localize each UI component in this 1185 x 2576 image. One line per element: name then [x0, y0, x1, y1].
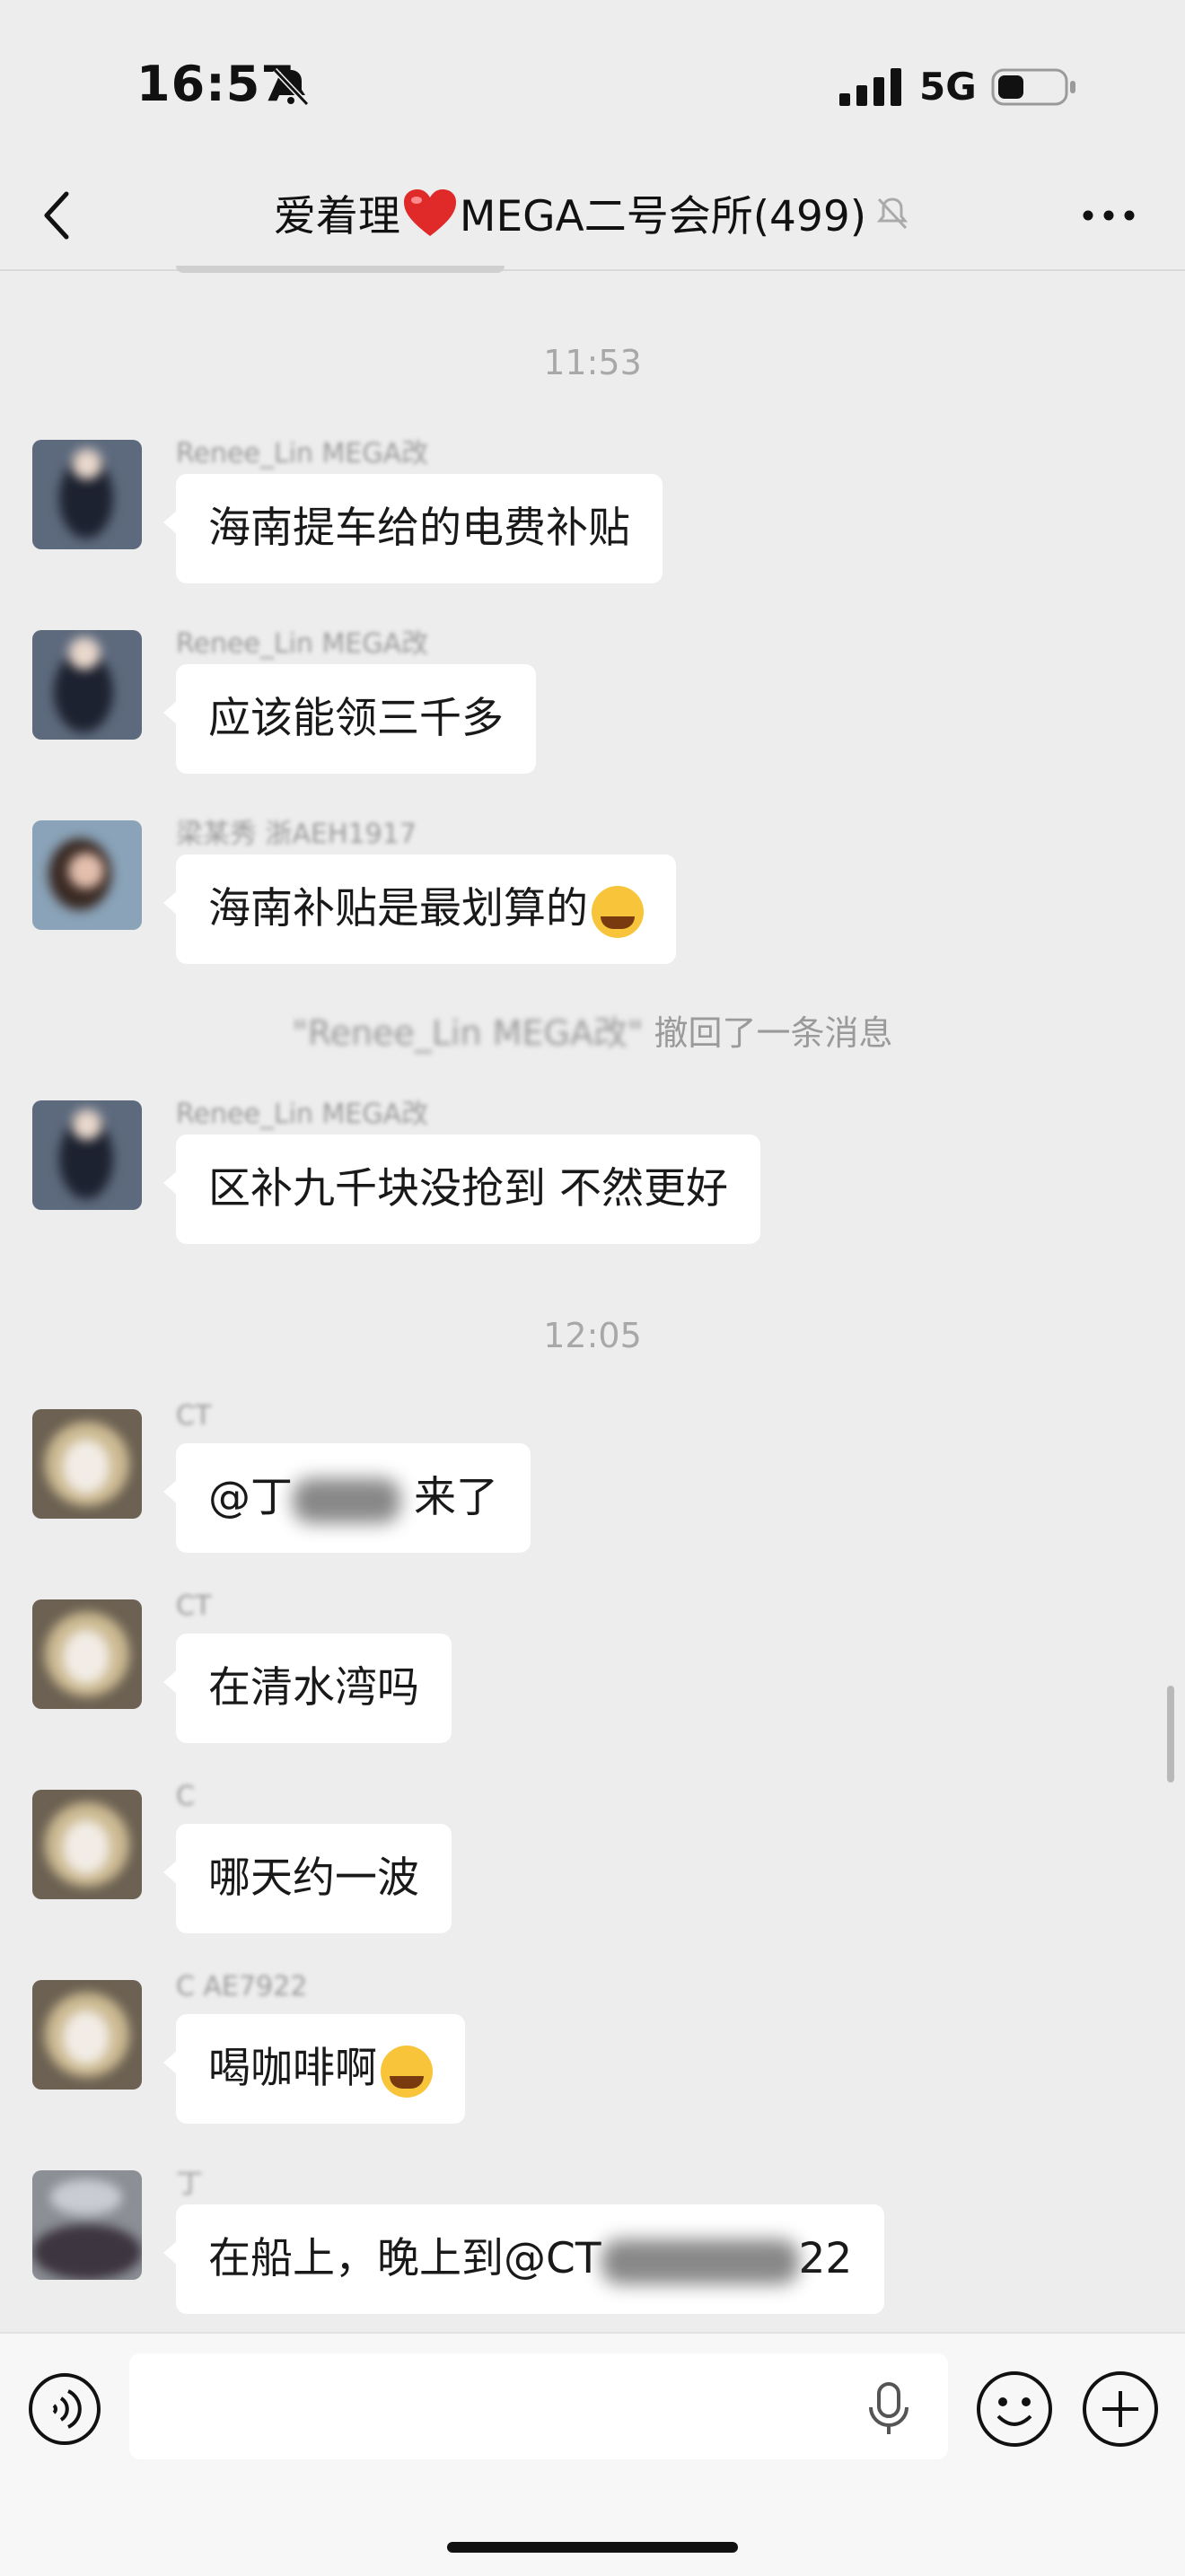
message-text: 在船上，晚上到@CT: [208, 2234, 601, 2283]
avatar[interactable]: [32, 440, 142, 549]
message-input[interactable]: [129, 2353, 948, 2459]
avatar[interactable]: [32, 630, 142, 740]
message-text: @丁: [208, 1473, 293, 1522]
previous-bubble-edge: [176, 266, 505, 273]
status-bar: 16:57 5G: [0, 0, 1185, 162]
sender-name: Renee_Lin MEGA改: [176, 1099, 429, 1130]
muted-bell-icon: [876, 197, 908, 229]
message-text: 在清水湾吗: [208, 1663, 419, 1713]
message-bubble[interactable]: 应该能领三千多: [163, 664, 536, 774]
recall-text: 撤回了一条消息: [643, 1013, 893, 1053]
redacted-text: [601, 2239, 799, 2284]
message-bubble[interactable]: 喝咖啡啊: [163, 2014, 465, 2124]
avatar[interactable]: [32, 1100, 142, 1210]
message-bubble[interactable]: 海南提车给的电费补贴: [163, 474, 663, 583]
sender-name: CT: [176, 1590, 212, 1622]
message-bubble[interactable]: 海南补贴是最划算的: [163, 854, 676, 964]
tearful-laugh-emoji-icon: [592, 885, 644, 938]
avatar[interactable]: [32, 1980, 142, 2090]
message-bubble[interactable]: @丁 来了: [163, 1443, 531, 1553]
avatar[interactable]: [32, 2170, 142, 2280]
sender-name: C AE7922: [176, 1971, 308, 2002]
message-bubble[interactable]: 在船上，晚上到@CT 22: [162, 2204, 885, 2314]
back-icon[interactable]: [36, 185, 79, 246]
avatar[interactable]: [32, 820, 142, 930]
title-suffix: MEGA二号会所(499): [459, 192, 867, 241]
message-bubble[interactable]: 在清水湾吗: [163, 1634, 452, 1743]
message-text: 喝咖啡啊: [208, 2044, 377, 2093]
message-text: 应该能领三千多: [208, 694, 504, 743]
sender-name: Renee_Lin MEGA改: [176, 438, 429, 469]
scrollbar[interactable]: [1167, 1686, 1174, 1783]
message-text: 来了: [400, 1473, 498, 1522]
sender-name: 丁: [176, 2169, 203, 2200]
recall-notice: "Renee_Lin MEGA改" 撤回了一条消息: [0, 1005, 1185, 1055]
heart-icon: [403, 188, 456, 236]
message-text: 22: [798, 2234, 853, 2283]
recall-sender: "Renee_Lin MEGA改": [292, 1013, 644, 1053]
sender-name: C: [176, 1781, 195, 1812]
chat-header: 爱着理 MEGA二号会所(499): [0, 162, 1185, 271]
microphone-icon[interactable]: [864, 2380, 914, 2438]
battery-icon: [991, 68, 1075, 106]
input-bar: [0, 2332, 1185, 2576]
message-text: 哪天约一波: [208, 1853, 419, 1903]
chat-title[interactable]: 爱着理 MEGA二号会所(499): [135, 181, 1050, 243]
message-bubble[interactable]: 区补九千块没抢到 不然更好: [163, 1135, 760, 1244]
avatar[interactable]: [32, 1599, 142, 1709]
plus-icon[interactable]: [1081, 2370, 1160, 2449]
timestamp: 11:53: [543, 343, 642, 382]
voice-toggle-icon[interactable]: [27, 2371, 102, 2447]
message-text: 海南提车给的电费补贴: [208, 504, 630, 553]
more-icon[interactable]: [1077, 197, 1140, 233]
home-indicator[interactable]: [447, 2542, 738, 2553]
redacted-text: [293, 1477, 400, 1523]
silent-mode-icon: [272, 67, 310, 107]
title-prefix: 爱着理: [273, 192, 400, 241]
signal-icon: [839, 68, 901, 106]
tears-of-joy-emoji-icon: [381, 2045, 433, 2098]
sender-name: 梁某秀 浙AEH1917: [176, 819, 417, 850]
avatar[interactable]: [32, 1409, 142, 1519]
message-text: 海南补贴是最划算的: [208, 884, 588, 933]
emoji-icon[interactable]: [975, 2370, 1054, 2449]
sender-name: CT: [176, 1400, 212, 1432]
message-text: 区补九千块没抢到 不然更好: [208, 1164, 728, 1214]
network-label: 5G: [919, 65, 977, 109]
timestamp: 12:05: [543, 1316, 642, 1355]
message-bubble[interactable]: 哪天约一波: [163, 1824, 452, 1933]
avatar[interactable]: [32, 1790, 142, 1899]
sender-name: Renee_Lin MEGA改: [176, 628, 429, 660]
